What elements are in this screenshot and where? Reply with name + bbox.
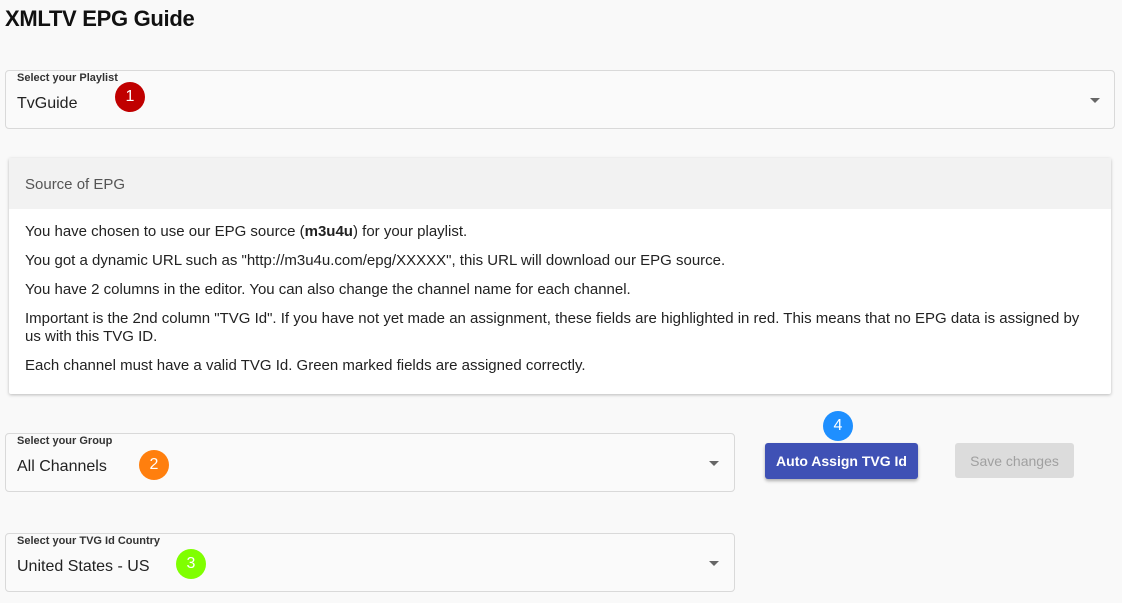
auto-assign-tvg-id-button[interactable]: Auto Assign TVG Id xyxy=(765,443,918,479)
epg-info-line-5: Each channel must have a valid TVG Id. G… xyxy=(25,357,586,374)
playlist-select[interactable]: Select your Playlist TvGuide xyxy=(5,70,1115,129)
step-badge-3: 3 xyxy=(176,549,206,579)
epg-source-card: Source of EPG You have chosen to use our… xyxy=(9,158,1111,394)
epg-card-header: Source of EPG xyxy=(9,158,1111,209)
save-changes-button[interactable]: Save changes xyxy=(955,443,1074,478)
country-select-label: Select your TVG Id Country xyxy=(17,535,161,547)
chevron-down-icon xyxy=(1090,98,1100,103)
epg-info-line-3: You have 2 columns in the editor. You ca… xyxy=(25,281,631,298)
country-select[interactable]: Select your TVG Id Country United States… xyxy=(5,533,735,592)
epg-info-line-4: Important is the 2nd column "TVG Id". If… xyxy=(25,310,1080,345)
chevron-down-icon xyxy=(709,561,719,566)
country-select-value: United States - US xyxy=(17,558,150,575)
epg-card-body: You have chosen to use our EPG source (m… xyxy=(9,209,1111,375)
playlist-select-value: TvGuide xyxy=(17,95,78,112)
step-badge-1: 1 xyxy=(115,82,145,112)
step-badge-4: 4 xyxy=(823,411,853,441)
step-badge-2: 2 xyxy=(139,450,169,480)
epg-info-line-1: You have chosen to use our EPG source (m… xyxy=(25,223,468,240)
epg-info-line-2: You got a dynamic URL such as "http://m3… xyxy=(25,252,726,269)
group-select-value: All Channels xyxy=(17,458,107,475)
playlist-select-label: Select your Playlist xyxy=(17,72,118,84)
page-title: XMLTV EPG Guide xyxy=(5,6,195,31)
group-select-label: Select your Group xyxy=(17,435,113,447)
chevron-down-icon xyxy=(709,461,719,466)
group-select[interactable]: Select your Group All Channels xyxy=(5,433,735,492)
epg-source-name: m3u4u xyxy=(304,223,353,240)
